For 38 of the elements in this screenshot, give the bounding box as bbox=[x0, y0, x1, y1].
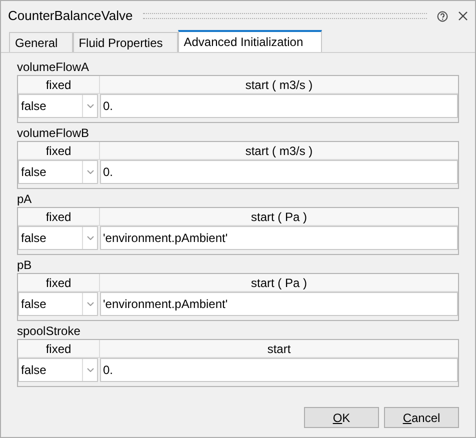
column-header: fixed bbox=[18, 274, 100, 291]
column-header: fixed bbox=[18, 208, 100, 225]
chevron-down-icon bbox=[86, 170, 94, 174]
close-icon[interactable] bbox=[458, 11, 468, 21]
group-label: pB bbox=[17, 257, 33, 273]
chevron-down-icon bbox=[86, 368, 94, 372]
start-field[interactable]: 'environment.pAmbient' bbox=[100, 226, 458, 250]
column-header: fixed bbox=[18, 340, 100, 357]
tab[interactable]: General bbox=[9, 32, 73, 52]
column-header: start ( Pa ) bbox=[250, 275, 308, 291]
dialog-button[interactable]: OK bbox=[304, 407, 379, 428]
group-label: spoolStroke bbox=[17, 323, 82, 339]
fixed-dropdown[interactable]: false bbox=[18, 160, 98, 184]
group-label: volumeFlowA bbox=[17, 59, 90, 75]
column-header: fixed bbox=[18, 76, 100, 93]
chevron-down-icon bbox=[86, 236, 94, 240]
window-title: CounterBalanceValve bbox=[8, 7, 133, 26]
help-icon[interactable] bbox=[437, 10, 448, 22]
fixed-dropdown[interactable]: false bbox=[18, 292, 98, 316]
tab[interactable]: Advanced Initialization bbox=[178, 30, 322, 52]
column-header: start ( m3/s ) bbox=[244, 77, 314, 93]
start-field[interactable]: 0. bbox=[100, 94, 458, 118]
fixed-dropdown[interactable]: false bbox=[18, 226, 98, 250]
group-label: pA bbox=[17, 191, 33, 207]
start-field[interactable]: 0. bbox=[100, 358, 458, 382]
column-header: start bbox=[266, 341, 292, 357]
fixed-dropdown[interactable]: false bbox=[18, 358, 98, 382]
fixed-dropdown[interactable]: false bbox=[18, 94, 98, 118]
column-header: start ( Pa ) bbox=[250, 209, 308, 225]
group-label: volumeFlowB bbox=[17, 125, 90, 141]
column-header: fixed bbox=[18, 142, 100, 159]
tab[interactable]: Fluid Properties bbox=[72, 32, 178, 52]
chevron-down-icon bbox=[86, 302, 94, 306]
column-header: start ( m3/s ) bbox=[244, 143, 314, 159]
start-field[interactable]: 'environment.pAmbient' bbox=[100, 292, 458, 316]
dialog-button[interactable]: Cancel bbox=[384, 407, 459, 428]
chevron-down-icon bbox=[86, 104, 94, 108]
start-field[interactable]: 0. bbox=[100, 160, 458, 184]
